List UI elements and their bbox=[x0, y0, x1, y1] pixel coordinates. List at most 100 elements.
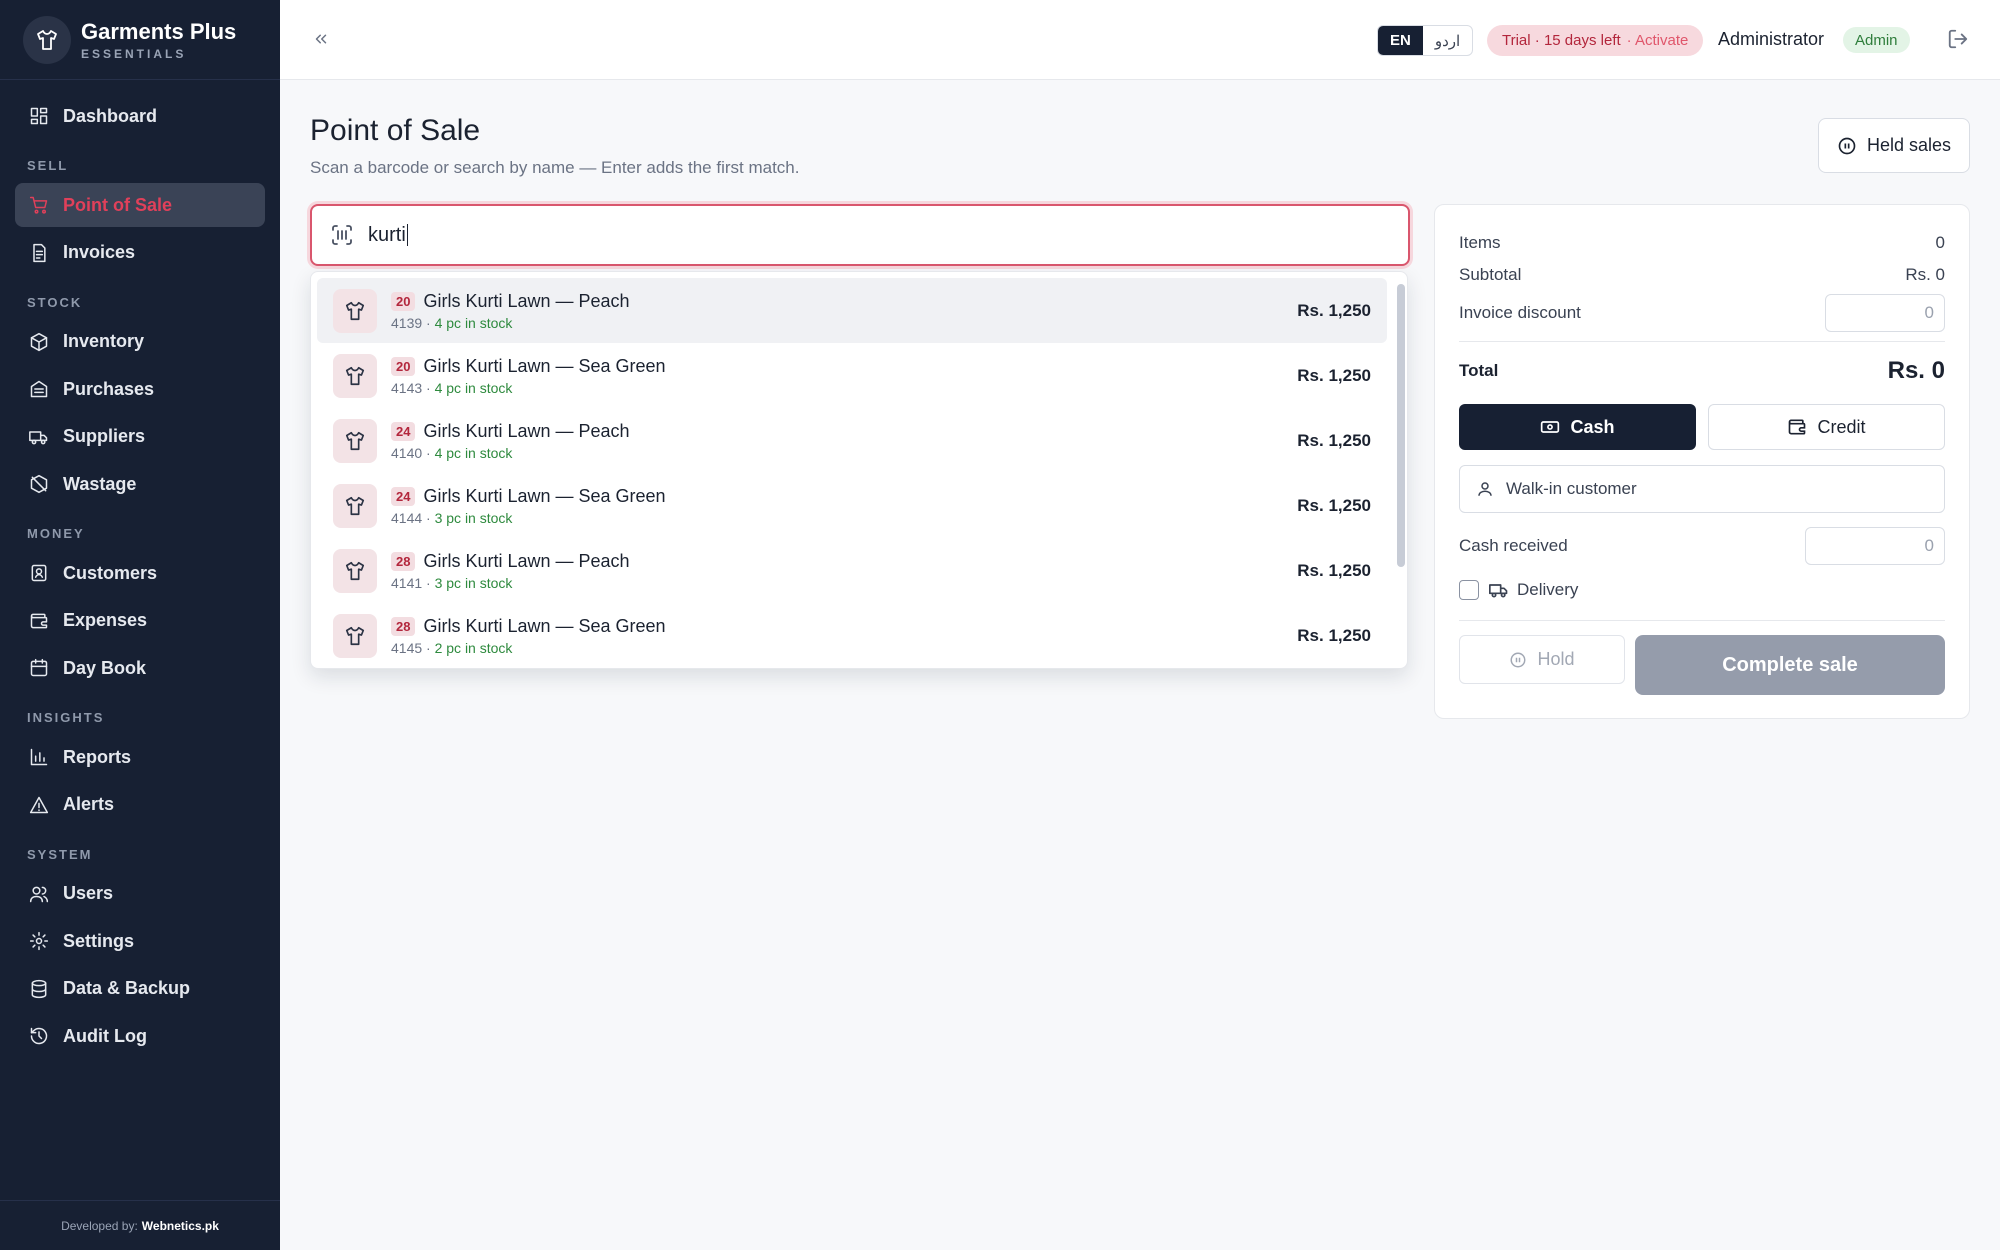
cash-received-input[interactable]: 0 bbox=[1805, 527, 1945, 565]
held-sales-button[interactable]: Held sales bbox=[1818, 118, 1970, 173]
wallet-icon bbox=[30, 613, 48, 628]
discount-row: Invoice discount 0 bbox=[1459, 294, 1945, 332]
sidebar-footer: Developed by: Webnetics.pk bbox=[0, 1200, 280, 1250]
delivery-truck-icon bbox=[1489, 584, 1508, 598]
result-text: 24 Girls Kurti Lawn — Sea Green 4144 · 3 p… bbox=[391, 486, 666, 526]
shirt-icon bbox=[333, 353, 377, 398]
pause-icon bbox=[1838, 137, 1856, 154]
product-name: Girls Kurti Lawn — Peach bbox=[423, 550, 630, 571]
gear-icon bbox=[29, 931, 49, 951]
product-code: 4139 · bbox=[391, 314, 435, 331]
total-value: Rs. 0 bbox=[1887, 357, 1945, 384]
sidebar-item-label: Wastage bbox=[63, 473, 137, 494]
credit-button[interactable]: Credit bbox=[1708, 404, 1945, 450]
sidebar-item-wastage[interactable]: Wastage bbox=[15, 462, 265, 506]
sidebar-nav: Dashboard SELL Point of Sale Invoices STOCK I… bbox=[0, 80, 280, 1058]
product-price: Rs. 1,250 bbox=[1297, 625, 1371, 645]
size-badge: 20 bbox=[391, 356, 416, 376]
lang-urdu-button[interactable]: اردو bbox=[1423, 26, 1472, 55]
history-icon bbox=[30, 1027, 48, 1045]
delivery-label: Delivery bbox=[1517, 580, 1579, 599]
cash-button[interactable]: Cash bbox=[1459, 404, 1696, 450]
sidebar-item-alerts[interactable]: Alerts bbox=[15, 783, 265, 827]
sidebar-item-invoices[interactable]: Invoices bbox=[15, 231, 265, 275]
sidebar-item-label: Dashboard bbox=[63, 105, 158, 126]
nav-section-label: SELL bbox=[27, 158, 69, 173]
sidebar-item-label: Audit Log bbox=[63, 1025, 147, 1046]
sidebar-item-dashboard[interactable]: Dashboard bbox=[15, 94, 265, 138]
trial-badge[interactable]: Trial · 15 days left · Activate bbox=[1487, 25, 1704, 56]
subtotal-value: Rs. 0 bbox=[1905, 265, 1945, 284]
subtotal-row: Subtotal Rs. 0 bbox=[1459, 265, 1945, 285]
trial-activate-link[interactable]: · Activate bbox=[1627, 32, 1689, 49]
cart-panel: Items 0 Subtotal Rs. 0 Invoice discount … bbox=[1434, 204, 1970, 719]
invoice-discount-input[interactable]: 0 bbox=[1825, 294, 1945, 332]
brand[interactable]: Garments Plus ESSENTIALS bbox=[0, 0, 280, 80]
search-result-item[interactable]: 20 Girls Kurti Lawn — Peach 4139 · 4 pc in… bbox=[317, 278, 1387, 343]
text-caret bbox=[406, 224, 408, 246]
sidebar-item-day-book[interactable]: Day Book bbox=[15, 646, 265, 690]
sidebar-item-users[interactable]: Users bbox=[15, 872, 265, 916]
sidebar-item-reports[interactable]: Reports bbox=[15, 735, 265, 779]
result-text: 24 Girls Kurti Lawn — Peach 4140 · 4 pc in… bbox=[391, 421, 630, 461]
user-name: Administrator bbox=[1718, 29, 1825, 49]
delivery-option[interactable]: Delivery bbox=[1459, 580, 1578, 600]
sidebar-item-expenses[interactable]: Expenses bbox=[15, 599, 265, 643]
cart-icon bbox=[29, 196, 48, 214]
items-label: Items bbox=[1459, 233, 1501, 252]
users-icon bbox=[29, 886, 49, 902]
dashboard-icon bbox=[30, 107, 48, 125]
product-price: Rs. 1,250 bbox=[1297, 365, 1371, 385]
sidebar-item-inventory[interactable]: Inventory bbox=[15, 320, 265, 364]
product-price: Rs. 1,250 bbox=[1297, 495, 1371, 515]
product-price: Rs. 1,250 bbox=[1297, 300, 1371, 320]
sidebar-item-suppliers[interactable]: Suppliers bbox=[15, 415, 265, 459]
search-result-item[interactable]: 28 Girls Kurti Lawn — Sea Green 4145 · 2 p… bbox=[317, 603, 1387, 668]
footer-brand[interactable]: Webnetics.pk bbox=[142, 1219, 219, 1233]
stock-level: 4 pc in stock bbox=[434, 379, 513, 396]
product-code: 4141 · bbox=[391, 574, 435, 591]
sidebar-item-settings[interactable]: Settings bbox=[15, 919, 265, 963]
customer-selector[interactable]: Walk-in customer bbox=[1459, 465, 1945, 513]
size-badge: 20 bbox=[391, 291, 416, 311]
stock-level: 4 pc in stock bbox=[434, 314, 513, 331]
collapse-sidebar-icon[interactable] bbox=[308, 26, 334, 52]
product-price: Rs. 1,250 bbox=[1297, 560, 1371, 580]
stock-level: 4 pc in stock bbox=[434, 444, 513, 461]
sidebar-item-customers[interactable]: Customers bbox=[15, 551, 265, 595]
stock-level: 3 pc in stock bbox=[434, 574, 513, 591]
hold-button[interactable]: Hold bbox=[1459, 635, 1625, 684]
sidebar-item-point-of-sale[interactable]: Point of Sale bbox=[15, 183, 265, 227]
items-value: 0 bbox=[1935, 233, 1945, 252]
result-title: 24 Girls Kurti Lawn — Peach bbox=[391, 421, 630, 442]
delivery-checkbox[interactable] bbox=[1459, 580, 1479, 600]
sidebar-item-label: Alerts bbox=[63, 794, 115, 814]
sidebar-item-label: Expenses bbox=[63, 610, 148, 630]
page-title: Point of Sale bbox=[310, 114, 481, 147]
wastage-icon bbox=[30, 474, 48, 494]
result-text: 20 Girls Kurti Lawn — Sea Green 4143 · 4 p… bbox=[391, 356, 666, 396]
product-code: 4144 · bbox=[391, 509, 435, 526]
search-result-item[interactable]: 20 Girls Kurti Lawn — Sea Green 4143 · 4 p… bbox=[317, 343, 1387, 408]
complete-sale-button[interactable]: Complete sale bbox=[1635, 635, 1945, 695]
product-name: Girls Kurti Lawn — Sea Green bbox=[423, 485, 666, 506]
search-result-item[interactable]: 28 Girls Kurti Lawn — Peach 4141 · 3 pc in… bbox=[317, 538, 1387, 603]
sidebar-item-label: Inventory bbox=[63, 331, 145, 351]
dropdown-scrollbar[interactable] bbox=[1397, 284, 1405, 567]
result-meta: 4144 · 3 pc in stock bbox=[391, 510, 666, 526]
footer-prefix: Developed by: bbox=[61, 1218, 138, 1233]
lang-en-button[interactable]: EN bbox=[1378, 26, 1423, 55]
search-result-item[interactable]: 24 Girls Kurti Lawn — Peach 4140 · 4 pc in… bbox=[317, 408, 1387, 473]
sidebar-item-audit-log[interactable]: Audit Log bbox=[15, 1014, 265, 1058]
sidebar-item-label: Point of Sale bbox=[63, 194, 173, 215]
search-result-item[interactable]: 24 Girls Kurti Lawn — Sea Green 4144 · 3 p… bbox=[317, 473, 1387, 538]
sidebar-item-purchases[interactable]: Purchases bbox=[15, 367, 265, 411]
shirt-icon bbox=[333, 483, 377, 528]
shirt-logo-icon bbox=[23, 15, 71, 64]
sidebar-item-label: Data & Backup bbox=[63, 978, 191, 998]
product-search-input[interactable]: kurti bbox=[310, 204, 1410, 266]
cash-received-label: Cash received bbox=[1459, 536, 1568, 555]
stock-level: 3 pc in stock bbox=[434, 509, 513, 526]
sidebar-item-data-backup[interactable]: Data & Backup bbox=[15, 967, 265, 1011]
logout-icon[interactable] bbox=[1947, 28, 1971, 52]
